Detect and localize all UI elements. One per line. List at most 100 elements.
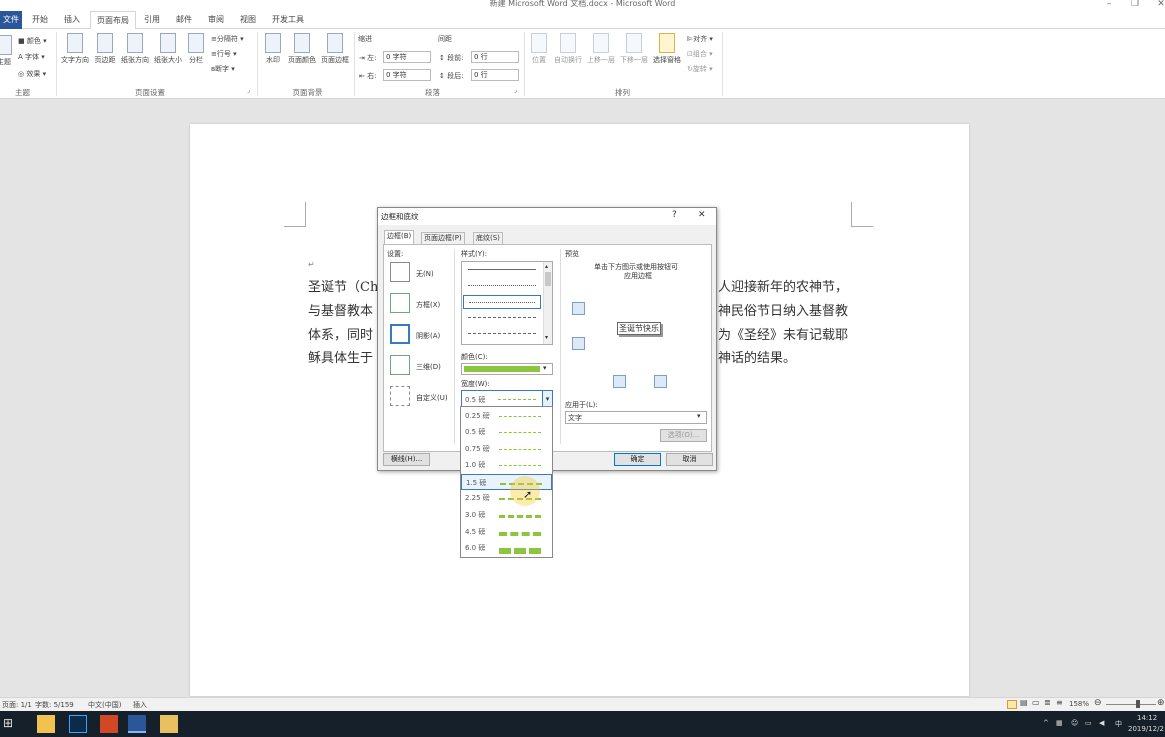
word-icon[interactable] (128, 715, 146, 733)
tab-file[interactable]: 文件 (0, 11, 22, 29)
dialog-close-icon[interactable]: ✕ (698, 210, 706, 220)
bottom-border-button[interactable] (572, 337, 585, 350)
setting-custom-label[interactable]: 自定义(U) (416, 393, 448, 403)
indent-left-input[interactable]: 0 字符 (383, 51, 431, 63)
minimize-icon[interactable]: – (1096, 0, 1122, 10)
align-button[interactable]: ⊫对齐 ▾ (687, 34, 713, 44)
tab-shading[interactable]: 底纹(S) (473, 232, 503, 244)
line-numbers-button[interactable]: ≡行号 ▾ (211, 49, 237, 59)
right-border-button[interactable] (654, 375, 667, 388)
position-button[interactable]: 位置 (528, 33, 550, 65)
setting-shadow-label[interactable]: 阴影(A) (416, 331, 440, 341)
selection-pane-button[interactable]: 选择窗格 (651, 33, 683, 65)
setting-3d-icon[interactable] (390, 355, 410, 375)
spacing-before-input[interactable]: 0 行 (471, 51, 519, 63)
send-backward-button[interactable]: 下移一层 (618, 33, 650, 65)
setting-box-icon[interactable] (390, 293, 410, 313)
chevron-down-icon[interactable]: ▾ (543, 364, 547, 372)
tab-page-layout[interactable]: 页面布局 (90, 11, 136, 30)
setting-custom-icon[interactable] (390, 386, 410, 406)
text-direction-button[interactable]: 文字方向 (59, 33, 91, 65)
left-border-button[interactable] (613, 375, 626, 388)
scroll-up-icon[interactable]: ▴ (545, 263, 548, 270)
style-dash-dot[interactable] (468, 333, 536, 334)
windows-start-icon[interactable]: ⊞ (3, 716, 13, 730)
battery-icon[interactable]: ▭ (1085, 719, 1092, 727)
tab-references[interactable]: 引用 (140, 11, 164, 29)
language[interactable]: 中文(中国) (88, 700, 121, 710)
style-selected[interactable] (463, 295, 541, 309)
print-layout-icon[interactable] (1007, 700, 1017, 709)
setting-3d-label[interactable]: 三维(D) (416, 362, 441, 372)
width-option[interactable]: 6.0 磅 (461, 540, 552, 556)
word-count[interactable]: 字数: 5/159 (35, 700, 74, 710)
setting-box-label[interactable]: 方框(X) (416, 300, 440, 310)
size-button[interactable]: 纸张大小 (152, 33, 184, 65)
tab-borders[interactable]: 边框(B) (384, 230, 415, 244)
network-icon[interactable]: ▦ (1056, 719, 1063, 727)
width-option[interactable]: 3.0 磅 (461, 507, 552, 523)
top-border-button[interactable] (572, 302, 585, 315)
setting-none-label[interactable]: 无(N) (416, 269, 434, 279)
effects-button[interactable]: ◎ 效果 ▾ (18, 69, 46, 79)
columns-button[interactable]: 分栏 (186, 33, 206, 65)
tab-view[interactable]: 视图 (236, 11, 260, 29)
rotate-button[interactable]: ↻旋转 ▾ (687, 64, 713, 74)
style-list[interactable]: ▴ ▾ (461, 261, 553, 345)
width-option[interactable]: 0.5 磅 (461, 424, 552, 440)
zoom-slider-thumb[interactable] (1136, 700, 1140, 708)
page-count[interactable]: 页面: 1/1 (2, 700, 32, 710)
page-borders-button[interactable]: 页面边框 (319, 33, 351, 65)
tab-insert[interactable]: 插入 (60, 11, 84, 29)
tab-page-border[interactable]: 页面边框(P) (421, 232, 465, 244)
style-solid[interactable] (468, 269, 536, 270)
width-option[interactable]: 0.75 磅 (461, 441, 552, 457)
outline-icon[interactable]: ≣ (1044, 698, 1051, 707)
chevron-down-icon[interactable]: ▾ (542, 391, 552, 407)
horizontal-line-button[interactable]: 横线(H)... (383, 453, 430, 466)
color-select[interactable]: ▾ (461, 363, 553, 375)
wrap-text-button[interactable]: 自动换行 (552, 33, 584, 65)
chevron-down-icon[interactable]: ▾ (697, 412, 701, 420)
page-color-button[interactable]: 页面颜色 (286, 33, 318, 65)
style-dotted[interactable] (468, 285, 536, 286)
clock-time[interactable]: 14:12 (1137, 714, 1157, 722)
photoshop-icon[interactable] (69, 715, 87, 733)
powerpoint-icon[interactable] (100, 715, 118, 733)
style-dashed[interactable] (468, 317, 536, 318)
breaks-button[interactable]: ≡分隔符 ▾ (211, 34, 244, 44)
zoom-level[interactable]: 158% (1069, 700, 1089, 708)
orientation-button[interactable]: 纸张方向 (119, 33, 151, 65)
width-dropdown-list[interactable]: 0.25 磅 0.5 磅 0.75 磅 1.0 磅 1.5 磅 2.25 磅 3… (460, 406, 553, 558)
ok-button[interactable]: 确定 (614, 453, 661, 466)
dialog-launcher-icon[interactable]: ⌟ (247, 87, 250, 94)
tab-mailings[interactable]: 邮件 (172, 11, 196, 29)
tab-review[interactable]: 审阅 (204, 11, 228, 29)
file-explorer-icon[interactable] (160, 715, 178, 733)
setting-shadow-icon[interactable] (390, 324, 410, 344)
fonts-button[interactable]: A 字体 ▾ (18, 52, 45, 62)
volume-icon[interactable]: ◀ (1099, 719, 1104, 727)
indent-right-input[interactable]: 0 字符 (383, 69, 431, 81)
clock-date[interactable]: 2019/12/2 (1128, 725, 1164, 733)
close-icon[interactable]: ✕ (1148, 0, 1165, 10)
help-icon[interactable]: ? (672, 210, 677, 220)
dialog-launcher-icon[interactable]: ⌟ (514, 87, 517, 94)
draft-icon[interactable]: ≡ (1056, 698, 1063, 707)
apply-to-select[interactable]: 文字 ▾ (565, 411, 707, 424)
colors-button[interactable]: ■ 颜色 ▾ (18, 36, 47, 46)
margins-button[interactable]: 页边距 (92, 33, 118, 65)
scroll-down-icon[interactable]: ▾ (545, 334, 548, 341)
width-option[interactable]: 4.5 磅 (461, 524, 552, 540)
spacing-after-input[interactable]: 0 行 (471, 69, 519, 81)
zoom-slider[interactable] (1106, 704, 1156, 705)
media-player-icon[interactable] (37, 715, 55, 733)
zoom-in-icon[interactable]: ⊕ (1157, 698, 1165, 708)
setting-none-icon[interactable] (390, 262, 410, 282)
style-scrollbar[interactable]: ▴ ▾ (543, 262, 552, 344)
web-layout-icon[interactable]: ▭ (1032, 698, 1040, 707)
hyphenation-button[interactable]: ʙ断字 ▾ (211, 64, 235, 74)
tab-home[interactable]: 开始 (28, 11, 52, 29)
tab-developer[interactable]: 开发工具 (270, 11, 306, 29)
restore-icon[interactable]: ❐ (1122, 0, 1148, 10)
